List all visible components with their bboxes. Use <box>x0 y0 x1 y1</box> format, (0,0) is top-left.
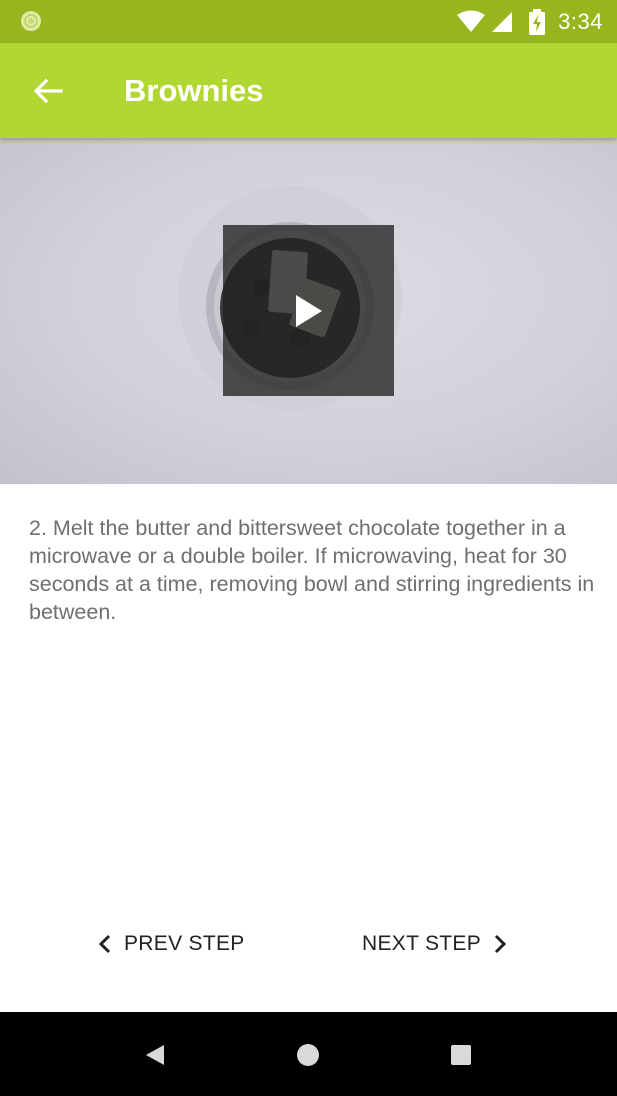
video-player[interactable] <box>0 138 617 484</box>
battery-charging-icon <box>529 8 546 35</box>
nav-back-icon <box>146 1045 164 1065</box>
next-step-button[interactable]: NEXT STEP <box>362 918 507 970</box>
arrow-back-icon <box>33 78 63 104</box>
system-recents-button[interactable] <box>444 1038 478 1072</box>
prev-step-button[interactable]: PREV STEP <box>98 918 245 970</box>
status-bar: 3:34 <box>0 0 617 43</box>
cell-signal-icon <box>492 11 513 32</box>
status-time: 3:34 <box>558 8 603 34</box>
step-navigation: PREV STEP NEXT STEP <box>0 918 617 970</box>
chevron-right-icon <box>494 934 507 954</box>
system-back-button[interactable] <box>138 1038 172 1072</box>
app-notification-icon <box>21 11 41 31</box>
status-icons: 3:34 <box>456 0 603 43</box>
next-step-label: NEXT STEP <box>362 932 482 955</box>
nav-home-icon <box>297 1044 319 1066</box>
play-button[interactable] <box>223 225 394 396</box>
app-bar: Brownies <box>0 43 617 138</box>
wifi-icon <box>457 10 486 32</box>
nav-recents-icon <box>451 1045 471 1065</box>
page-title: Brownies <box>124 73 264 108</box>
chevron-left-icon <box>98 934 111 954</box>
step-description: 2. Melt the butter and bittersweet choco… <box>29 516 595 624</box>
system-navigation-bar <box>0 1012 617 1096</box>
prev-step-label: PREV STEP <box>124 932 245 955</box>
back-button[interactable] <box>22 67 74 115</box>
system-home-button[interactable] <box>291 1038 325 1072</box>
play-icon <box>295 294 322 327</box>
